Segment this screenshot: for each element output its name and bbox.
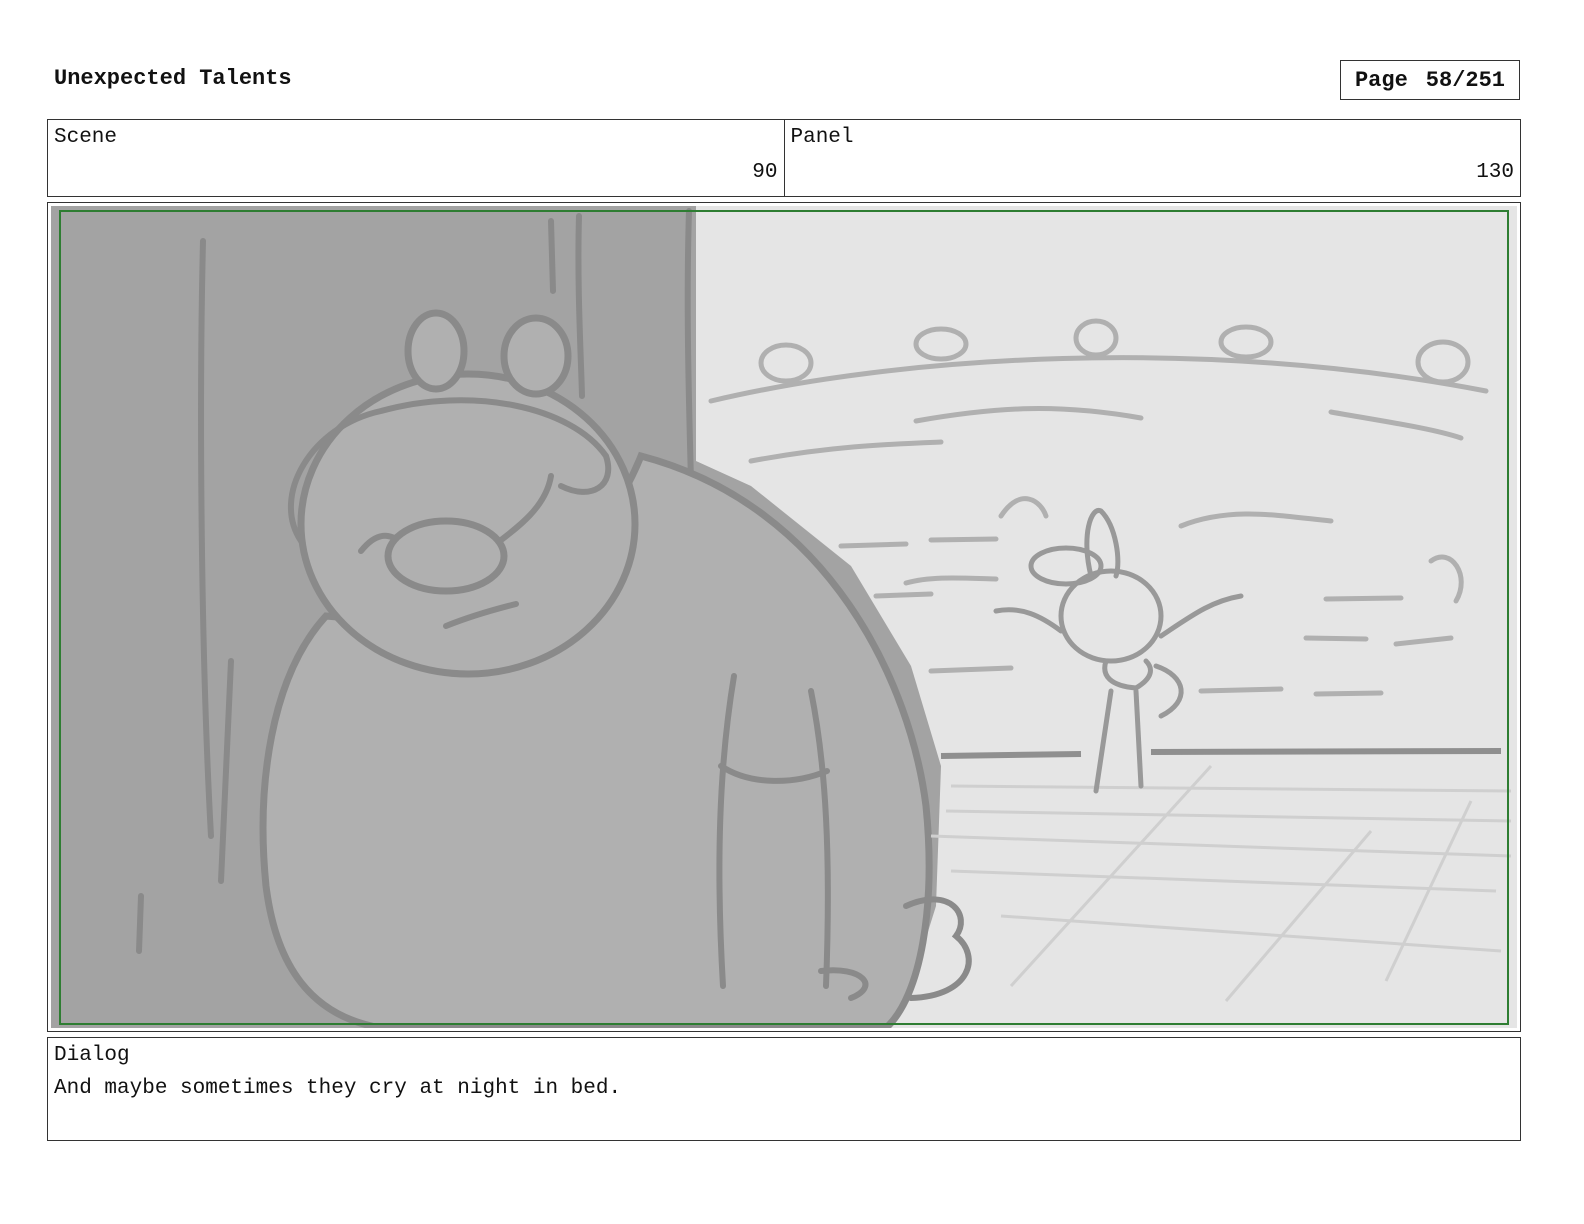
tree-line: [548, 218, 556, 294]
page-counter: Page 58/251: [1340, 60, 1520, 100]
bear-ear-right: [500, 314, 572, 398]
storyboard-title: Unexpected Talents: [54, 66, 292, 91]
dialog-box: Dialog And maybe sometimes they cry at n…: [47, 1037, 1521, 1141]
bear-ear-left: [404, 309, 468, 393]
dialog-label: Dialog: [54, 1044, 130, 1067]
panel-number: 130: [1476, 161, 1514, 184]
bear-snout: [384, 517, 508, 595]
storyboard-sketch: [51, 206, 1517, 1028]
page-number: 58/251: [1425, 67, 1506, 93]
storyboard-frame: [47, 202, 1521, 1032]
scene-number: 90: [752, 161, 778, 184]
tree-line: [136, 893, 144, 954]
tree-line: [684, 208, 694, 484]
page-label: Page: [1354, 67, 1408, 93]
tree-line: [575, 213, 585, 399]
scene-cell: Scene 90: [48, 120, 784, 196]
scene-panel-row: Scene 90 Panel 130: [47, 119, 1521, 197]
dialog-text: And maybe sometimes they cry at night in…: [54, 1077, 622, 1100]
crowd-stroke: [928, 665, 1014, 674]
panel-cell: Panel 130: [783, 120, 1521, 196]
panel-label: Panel: [790, 126, 854, 149]
scene-label: Scene: [54, 126, 118, 149]
